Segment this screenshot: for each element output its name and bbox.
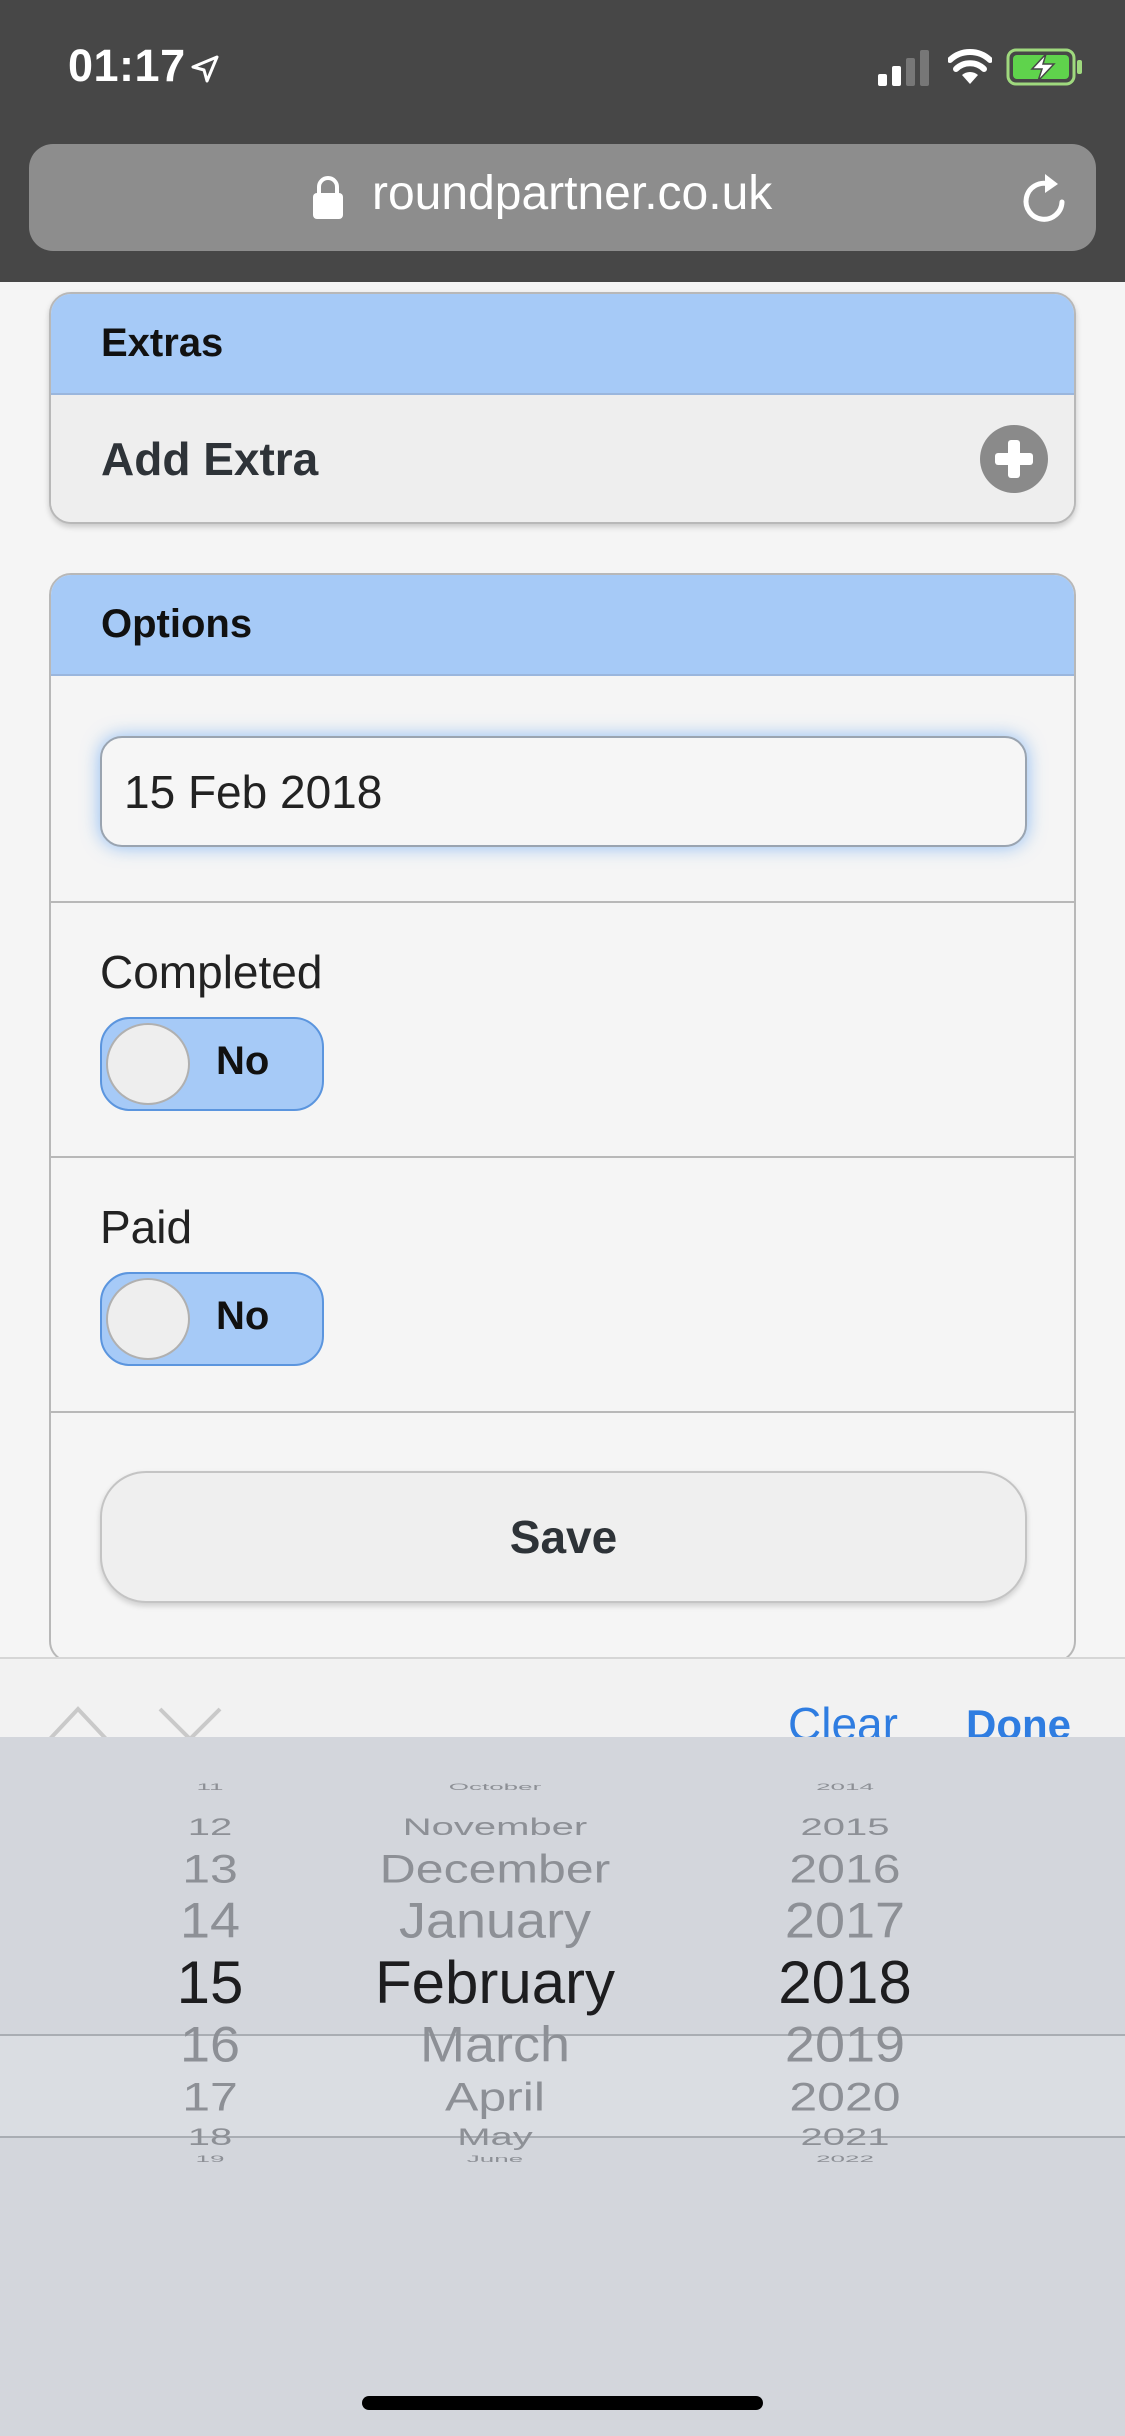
wifi-icon	[948, 49, 992, 84]
month-option[interactable]: March	[330, 2020, 660, 2070]
reload-icon[interactable]	[1018, 170, 1072, 226]
day-option[interactable]: 17	[140, 2077, 280, 2117]
status-time: 01:17	[68, 40, 186, 91]
day-option[interactable]: 13	[140, 1849, 280, 1889]
completed-toggle[interactable]: No	[100, 1017, 324, 1111]
month-wheel[interactable]: October November December January February Ma…	[330, 1737, 660, 2436]
completed-toggle-value: No	[216, 1039, 270, 1083]
chevron-down-icon[interactable]	[156, 1703, 224, 1737]
completed-toggle-knob[interactable]	[106, 1023, 190, 1105]
day-option[interactable]: 14	[140, 1896, 280, 1946]
paid-toggle[interactable]: No	[100, 1272, 324, 1366]
location-arrow-icon	[191, 55, 219, 83]
chevron-up-icon[interactable]	[44, 1703, 112, 1737]
day-option[interactable]: 12	[140, 1815, 280, 1839]
date-section: 15 Feb 2018	[51, 676, 1074, 903]
browser-chrome: 01:17 roundpartner.co.uk	[0, 0, 1125, 282]
extras-header: Extras	[51, 294, 1074, 395]
add-extra-label[interactable]: Add Extra	[101, 432, 318, 486]
date-picker: 11 12 13 14 15 16 17 18 19 October November Decemb…	[0, 1737, 1125, 2436]
clear-button[interactable]: Clear	[788, 1697, 898, 1737]
completed-label: Completed	[100, 946, 323, 998]
month-option[interactable]: May	[330, 2125, 660, 2149]
day-option[interactable]: 18	[140, 2125, 280, 2149]
year-wheel[interactable]: 2014 2015 2016 2017 2018 2019 2020 2021 2022	[740, 1737, 950, 2436]
date-field[interactable]: 15 Feb 2018	[100, 736, 1027, 847]
month-option[interactable]: June	[330, 2154, 660, 2163]
plus-circle-icon[interactable]	[980, 424, 1048, 493]
month-option[interactable]: November	[330, 1815, 660, 1839]
add-extra-row[interactable]: Add Extra	[51, 395, 1074, 522]
day-option[interactable]: 16	[140, 2020, 280, 2070]
year-option[interactable]: 2014	[740, 1782, 950, 1791]
save-button[interactable]: Save	[100, 1471, 1027, 1603]
year-option[interactable]: 2021	[740, 2125, 950, 2149]
day-option[interactable]: 11	[140, 1782, 280, 1791]
options-header: Options	[51, 575, 1074, 676]
month-option[interactable]: October	[330, 1782, 660, 1791]
month-option[interactable]: February	[330, 1953, 660, 2013]
year-option[interactable]: 2020	[740, 2077, 950, 2117]
year-option[interactable]: 2017	[740, 1896, 950, 1946]
day-option[interactable]: 19	[140, 2154, 280, 2163]
battery-charging-icon	[1006, 48, 1082, 86]
options-panel: Options 15 Feb 2018 Completed No Paid No…	[49, 573, 1076, 1663]
year-option[interactable]: 2018	[740, 1953, 950, 2013]
done-button[interactable]: Done	[966, 1701, 1071, 1737]
paid-toggle-value: No	[216, 1294, 270, 1338]
paid-label: Paid	[100, 1201, 193, 1253]
paid-toggle-knob[interactable]	[106, 1278, 190, 1360]
keyboard-accessory-bar: Clear Done	[0, 1657, 1125, 1737]
month-option[interactable]: December	[330, 1849, 660, 1889]
completed-section: Completed No	[51, 903, 1074, 1158]
month-option[interactable]: April	[330, 2077, 660, 2117]
lock-icon	[313, 176, 343, 219]
day-wheel[interactable]: 11 12 13 14 15 16 17 18 19	[140, 1737, 280, 2436]
save-section: Save	[51, 1413, 1074, 1653]
home-indicator	[362, 2396, 763, 2410]
year-option[interactable]: 2019	[740, 2020, 950, 2070]
extras-panel: Extras Add Extra	[49, 292, 1076, 524]
month-option[interactable]: January	[330, 1896, 660, 1946]
paid-section: Paid No	[51, 1158, 1074, 1413]
year-option[interactable]: 2015	[740, 1815, 950, 1839]
year-option[interactable]: 2016	[740, 1849, 950, 1889]
day-option[interactable]: 15	[140, 1953, 280, 2013]
signal-icon	[878, 50, 929, 86]
url-text[interactable]: roundpartner.co.uk	[372, 166, 772, 221]
year-option[interactable]: 2022	[740, 2154, 950, 2163]
